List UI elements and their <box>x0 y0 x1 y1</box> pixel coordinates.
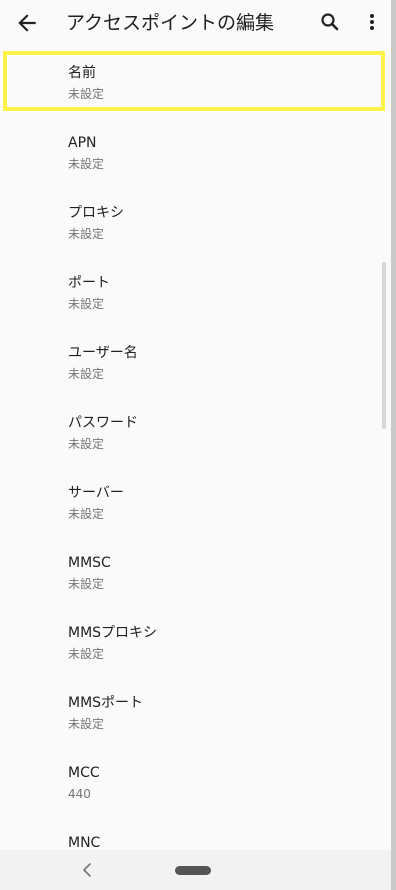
item-title: MCC <box>68 765 100 781</box>
item-value: 未設定 <box>68 647 105 661</box>
app-bar: アクセスポイントの編集 <box>0 0 391 46</box>
list-item-server[interactable]: サーバー 未設定 <box>0 466 391 536</box>
item-title: ユーザー名 <box>68 345 138 361</box>
item-title: APN <box>68 135 97 151</box>
page-title: アクセスポイントの編集 <box>66 12 275 34</box>
item-title: パスワード <box>68 415 138 431</box>
scrollbar-thumb[interactable] <box>382 262 386 429</box>
nav-back-icon <box>83 863 91 877</box>
list-item-mmsc[interactable]: MMSC 未設定 <box>0 536 391 606</box>
list-item-apn[interactable]: APN 未設定 <box>0 116 391 186</box>
search-icon <box>321 13 339 31</box>
item-title: プロキシ <box>68 205 124 221</box>
more-vert-icon <box>370 14 374 30</box>
item-title: サーバー <box>68 485 124 501</box>
highlight-box <box>3 51 385 111</box>
list-item-mms-proxy[interactable]: MMSプロキシ 未設定 <box>0 606 391 676</box>
item-title: ポート <box>68 275 110 291</box>
item-value: 未設定 <box>68 507 105 521</box>
arrow-back-icon <box>18 14 36 32</box>
list-item-password[interactable]: パスワード 未設定 <box>0 396 391 466</box>
back-button[interactable] <box>14 10 40 36</box>
nav-back-button[interactable] <box>78 858 96 882</box>
item-value: 未設定 <box>68 297 105 311</box>
item-title: MMSポート <box>68 695 144 711</box>
list-item-mms-port[interactable]: MMSポート 未設定 <box>0 676 391 746</box>
search-button[interactable] <box>318 10 342 34</box>
list-item-proxy[interactable]: プロキシ 未設定 <box>0 186 391 256</box>
item-value: 440 <box>68 787 91 801</box>
nav-home-pill-icon[interactable] <box>175 866 211 875</box>
item-value: 未設定 <box>68 367 105 381</box>
item-value: 未設定 <box>68 157 105 171</box>
item-value: 未設定 <box>68 577 105 591</box>
more-options-button[interactable] <box>362 10 382 34</box>
item-value: 未設定 <box>68 87 105 101</box>
system-nav-bar <box>0 850 391 890</box>
item-value: 未設定 <box>68 227 105 241</box>
item-title: MMSC <box>68 555 111 571</box>
item-value: 未設定 <box>68 717 105 731</box>
list-item-port[interactable]: ポート 未設定 <box>0 256 391 326</box>
item-title: MMSプロキシ <box>68 625 158 641</box>
list-item-mcc[interactable]: MCC 440 <box>0 746 391 816</box>
item-title: 名前 <box>68 65 96 81</box>
frame-edge <box>391 0 396 890</box>
list-item-username[interactable]: ユーザー名 未設定 <box>0 326 391 396</box>
item-value: 未設定 <box>68 437 105 451</box>
list-item-name[interactable]: 名前 未設定 <box>0 46 391 116</box>
